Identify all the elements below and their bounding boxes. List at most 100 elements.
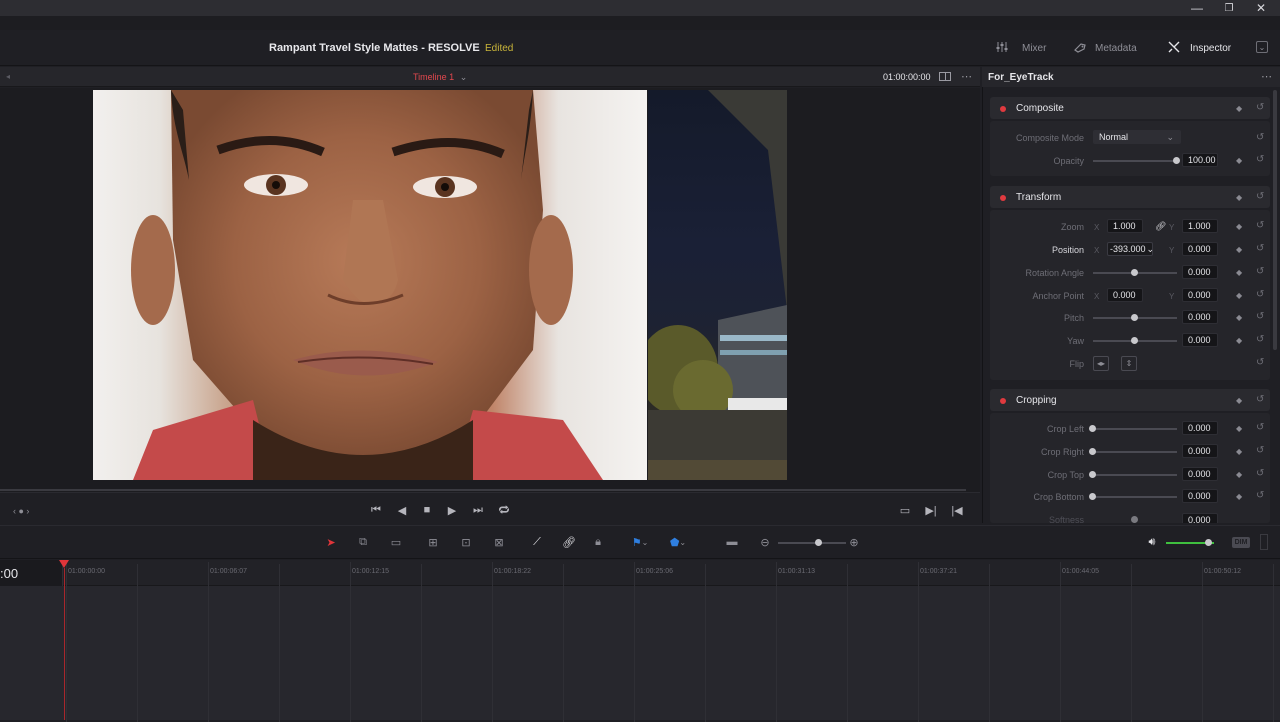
position-y-field[interactable]: 0.000 (1182, 242, 1218, 256)
crop-right-field[interactable]: 0.000 (1182, 444, 1218, 458)
keyframe-icon[interactable]: ◆ (1236, 470, 1242, 479)
next-edit-button[interactable]: ▶| (923, 503, 939, 517)
timeline-zoom-slider[interactable] (778, 542, 846, 544)
trim-tool-button[interactable]: ⧉ (353, 535, 373, 549)
pitch-field[interactable]: 0.000 (1182, 310, 1218, 324)
keyframe-icon[interactable]: ◆ (1236, 268, 1242, 277)
zoom-out-button[interactable]: ⊖ (755, 535, 775, 549)
crop-bottom-slider[interactable] (1093, 496, 1177, 498)
reset-icon[interactable]: ↺ (1256, 422, 1264, 433)
pitch-slider-handle[interactable] (1131, 314, 1138, 321)
reset-icon[interactable]: ↺ (1256, 394, 1264, 405)
keyframe-icon[interactable]: ◆ (1236, 222, 1242, 231)
crop-right-slider-handle[interactable] (1089, 448, 1096, 455)
metadata-button[interactable]: Metadata (1073, 39, 1137, 57)
keyframe-icon[interactable]: ◆ (1236, 396, 1242, 405)
crop-top-slider[interactable] (1093, 474, 1177, 476)
link-icon[interactable]: 🔗︎ (1155, 221, 1166, 232)
keyframe-icon[interactable]: ◆ (1236, 193, 1242, 202)
snapping-button[interactable]: ⟋ (527, 535, 547, 549)
reset-icon[interactable]: ↺ (1256, 102, 1264, 113)
inspector-button[interactable]: Inspector (1168, 39, 1231, 57)
reset-icon[interactable]: ↺ (1256, 490, 1264, 501)
jog-control[interactable]: ‹ ● › (13, 506, 29, 516)
composite-mode-dropdown[interactable]: Normal ⌄ (1093, 130, 1181, 144)
reset-icon[interactable]: ↺ (1256, 445, 1264, 456)
keyframe-icon[interactable]: ◆ (1236, 492, 1242, 501)
reset-icon[interactable]: ↺ (1256, 357, 1264, 368)
crop-left-slider[interactable] (1093, 428, 1177, 430)
keyframe-icon[interactable]: ◆ (1236, 156, 1242, 165)
composite-enable-toggle[interactable] (1000, 106, 1006, 112)
opacity-slider-handle[interactable] (1173, 157, 1180, 164)
loop-button[interactable]: 🔁︎ (496, 503, 512, 517)
crop-right-slider[interactable] (1093, 451, 1177, 453)
prev-edit-button[interactable]: |◀ (949, 503, 965, 517)
softness-field[interactable]: 0.000 (1182, 513, 1218, 523)
keyframe-icon[interactable]: ◆ (1236, 245, 1242, 254)
reset-icon[interactable]: ↺ (1256, 243, 1264, 254)
panel-toggle-icon[interactable] (1260, 534, 1268, 550)
reset-icon[interactable]: ↺ (1256, 311, 1264, 322)
insert-clip-button[interactable]: ⊞ (423, 535, 443, 549)
yaw-slider-handle[interactable] (1131, 337, 1138, 344)
viewer-layout-icon[interactable] (939, 72, 951, 81)
volume-button[interactable]: 🔊︎ (1142, 535, 1162, 549)
viewer-more-icon[interactable]: ⋯ (961, 70, 972, 83)
transform-enable-toggle[interactable] (1000, 195, 1006, 201)
softness-slider-handle[interactable] (1131, 516, 1138, 523)
viewer-collapse-icon[interactable]: ◂ (6, 72, 10, 81)
keyframe-icon[interactable]: ◆ (1236, 313, 1242, 322)
lock-button[interactable]: 🔒︎ (588, 535, 608, 549)
reset-icon[interactable]: ↺ (1256, 220, 1264, 231)
overwrite-clip-button[interactable]: ⊡ (456, 535, 476, 549)
rotation-field[interactable]: 0.000 (1182, 265, 1218, 279)
play-reverse-button[interactable]: ◀ (394, 503, 410, 517)
linked-selection-button[interactable]: 🔗︎ (559, 535, 579, 549)
marker-button[interactable]: ⬟ ⌄ (668, 535, 688, 549)
match-frame-button[interactable]: ▭ (897, 503, 913, 517)
timeline-zoom-handle[interactable] (815, 539, 822, 546)
playhead-line[interactable] (64, 568, 65, 720)
timeline-tracks[interactable] (0, 586, 1280, 720)
anchor-y-field[interactable]: 0.000 (1182, 288, 1218, 302)
reset-icon[interactable]: ↺ (1256, 266, 1264, 277)
zoom-y-field[interactable]: 1.000 (1182, 219, 1218, 233)
flip-vertical-button[interactable]: ⇕ (1121, 356, 1137, 371)
restore-button[interactable]: ❐ (1212, 0, 1246, 16)
opacity-slider[interactable] (1093, 160, 1177, 162)
zoom-in-button[interactable]: ⊕ (844, 535, 864, 549)
rotation-slider-handle[interactable] (1131, 269, 1138, 276)
reset-icon[interactable]: ↺ (1256, 154, 1264, 165)
zoom-full-button[interactable]: ▬ (722, 535, 742, 549)
reset-icon[interactable]: ↺ (1256, 132, 1264, 143)
replace-clip-button[interactable]: ⊠ (489, 535, 509, 549)
anchor-x-field[interactable]: 0.000 (1107, 288, 1143, 302)
crop-bottom-slider-handle[interactable] (1089, 493, 1096, 500)
flip-horizontal-button[interactable]: ◂▸ (1093, 356, 1109, 371)
timeline-selector[interactable]: Timeline 1 ⌄ (413, 72, 467, 83)
crop-top-slider-handle[interactable] (1089, 471, 1096, 478)
keyframe-icon[interactable]: ◆ (1236, 104, 1242, 113)
play-button[interactable]: ▶ (444, 503, 460, 517)
go-to-end-button[interactable]: ⏭ (470, 503, 486, 517)
reset-icon[interactable]: ↺ (1256, 191, 1264, 202)
inspector-more-icon[interactable]: ⋯ (1261, 70, 1272, 83)
blade-tool-button[interactable]: ▭ (386, 535, 406, 549)
expand-panel-button[interactable]: ⌄ (1256, 41, 1268, 53)
cropping-enable-toggle[interactable] (1000, 398, 1006, 404)
inspector-scrollbar[interactable] (1273, 90, 1277, 350)
position-x-field[interactable]: -393.000 ⌄ (1107, 242, 1154, 256)
reset-icon[interactable]: ↺ (1256, 468, 1264, 479)
crop-left-field[interactable]: 0.000 (1182, 421, 1218, 435)
scrubber-track[interactable] (0, 489, 966, 491)
crop-bottom-field[interactable]: 0.000 (1182, 489, 1218, 503)
keyframe-icon[interactable]: ◆ (1236, 447, 1242, 456)
volume-slider-handle[interactable] (1205, 539, 1212, 546)
zoom-x-field[interactable]: 1.000 (1107, 219, 1143, 233)
keyframe-icon[interactable]: ◆ (1236, 336, 1242, 345)
go-to-start-button[interactable]: ⏮ (368, 503, 384, 517)
minimize-button[interactable]: — (1180, 0, 1214, 16)
crop-left-slider-handle[interactable] (1089, 425, 1096, 432)
dim-button[interactable]: DIM (1232, 537, 1250, 548)
